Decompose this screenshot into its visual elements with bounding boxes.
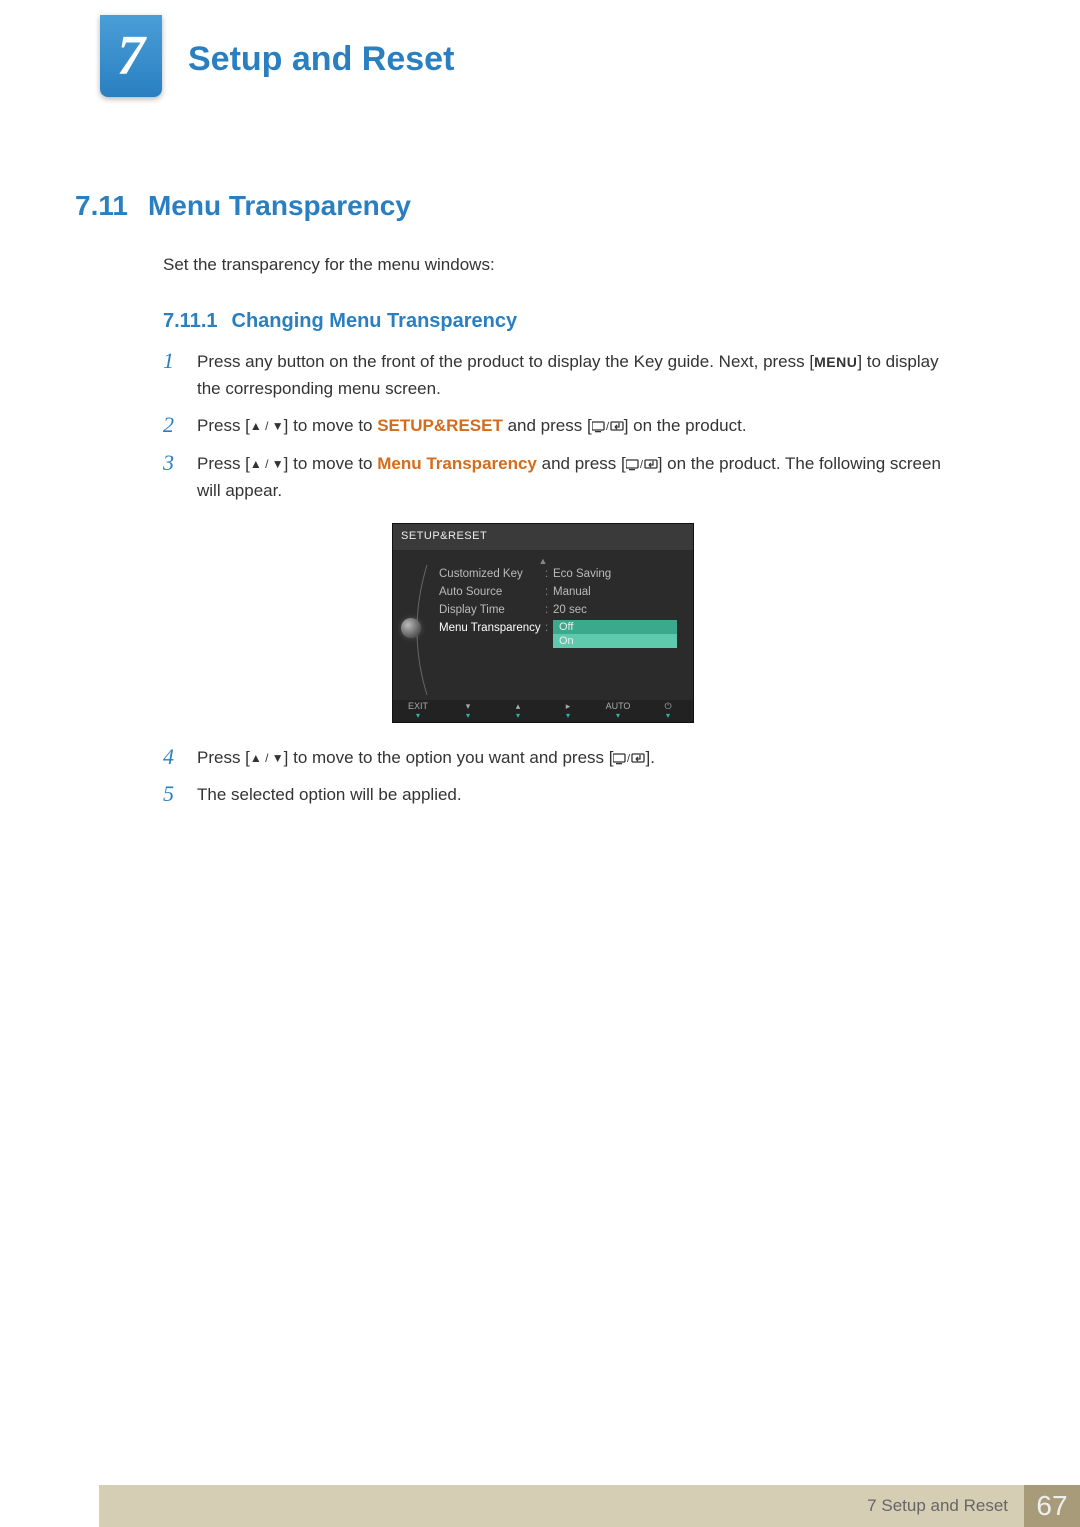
osd-exit-button: EXIT▾ [393,702,443,720]
source-enter-icon: / [592,420,624,433]
osd-title: SETUP&RESET [393,524,693,550]
footer-page-number: 67 [1024,1485,1080,1527]
step-text: Press any button on the front of the pro… [197,348,953,402]
up-down-icon: ▲ / ▼ [250,751,284,765]
step-text: Press [▲ / ▼] to move to the option you … [197,744,953,771]
section-heading: 7.11 Menu Transparency [75,190,411,222]
chapter-title: Setup and Reset [188,40,454,79]
step-number: 3 [163,450,179,734]
svg-text:/: / [606,421,610,433]
chapter-number-badge: 7 [100,15,162,97]
setup-reset-keyword: SETUP&RESET [377,416,503,435]
osd-screenshot: SETUP&RESET ▲ Customized Key:Eco Saving … [393,524,693,722]
subsection-number: 7.11.1 [163,310,218,333]
step-3: 3 Press [▲ / ▼] to move to Menu Transpar… [163,450,953,734]
osd-option-on: On [553,634,677,648]
section-number: 7.11 [75,190,128,222]
up-down-icon: ▲ / ▼ [250,457,284,471]
osd-down-button: ▾▾ [443,702,493,720]
menu-transparency-keyword: Menu Transparency [377,454,537,473]
osd-up-button: ▴▾ [493,702,543,720]
osd-power-button: ⏻▾ [643,702,693,720]
step-2: 2 Press [▲ / ▼] to move to SETUP&RESET a… [163,412,953,439]
source-enter-icon: / [626,458,658,471]
step-number: 2 [163,412,179,439]
subsection-heading: 7.11.1 Changing Menu Transparency [163,310,517,333]
step-text: Press [▲ / ▼] to move to SETUP&RESET and… [197,412,953,439]
section-intro: Set the transparency for the menu window… [163,255,943,275]
steps-list: 1 Press any button on the front of the p… [163,348,953,818]
osd-right-button: ▸▾ [543,702,593,720]
osd-option-off: Off [553,620,677,634]
osd-row: Auto Source:Manual [439,584,683,602]
svg-text:/: / [640,459,644,471]
menu-label: MENU [814,351,857,373]
osd-dropdown: Off On [553,620,677,648]
up-down-icon: ▲ / ▼ [250,419,284,433]
section-title: Menu Transparency [148,190,411,222]
step-number: 4 [163,744,179,771]
footer-chapter-text: 7 Setup and Reset [867,1496,1008,1516]
osd-auto-button: AUTO▾ [593,702,643,720]
step-4: 4 Press [▲ / ▼] to move to the option yo… [163,744,953,771]
step-text: Press [▲ / ▼] to move to Menu Transparen… [197,450,953,734]
subsection-title: Changing Menu Transparency [232,310,518,333]
osd-row: Display Time:20 sec [439,602,683,620]
osd-scroll-up-icon: ▲ [393,556,693,566]
page-footer: 7 Setup and Reset 67 [99,1485,1080,1527]
step-text: The selected option will be applied. [197,781,953,808]
osd-row: Customized Key:Eco Saving [439,566,683,584]
step-1: 1 Press any button on the front of the p… [163,348,953,402]
step-number: 5 [163,781,179,808]
osd-footer: EXIT▾ ▾▾ ▴▾ ▸▾ AUTO▾ ⏻▾ [393,700,693,722]
step-5: 5 The selected option will be applied. [163,781,953,808]
source-enter-icon: / [613,752,645,765]
step-number: 1 [163,348,179,402]
svg-text:/: / [627,753,631,765]
gear-icon [401,618,421,638]
